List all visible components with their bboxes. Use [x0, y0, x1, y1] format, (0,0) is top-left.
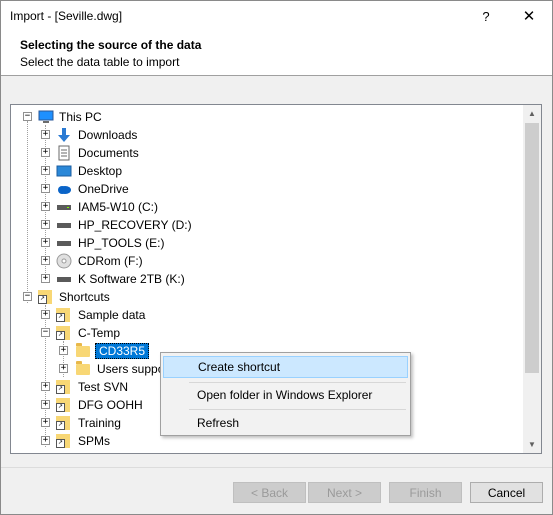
expand-toggle[interactable]: +	[41, 202, 50, 211]
tree-item-sample-data[interactable]: + Sample data	[11, 306, 311, 324]
tree-item-label: Training	[78, 416, 121, 430]
menu-item-label: Create shortcut	[198, 360, 281, 374]
menu-separator	[189, 409, 406, 410]
menu-item-open-in-explorer[interactable]: Open folder in Windows Explorer	[163, 384, 408, 406]
tree-item-drive-k[interactable]: + K Software 2TB (K:)	[11, 270, 311, 288]
expand-toggle[interactable]: +	[41, 130, 50, 139]
tree-item-label: Test SVN	[78, 380, 129, 394]
tree-item-label: Documents	[78, 146, 139, 160]
import-dialog: Import - [Seville.dwg] ? ✕ Selecting the…	[0, 0, 553, 515]
computer-icon	[38, 109, 54, 125]
shortcut-folder-icon	[56, 308, 70, 322]
close-button[interactable]: ✕	[508, 1, 550, 31]
drive-icon	[56, 217, 72, 233]
collapse-toggle[interactable]: −	[23, 292, 32, 301]
tree-item-c-temp[interactable]: − C-Temp	[11, 324, 311, 342]
shortcut-folder-icon	[56, 434, 70, 448]
menu-item-label: Open folder in Windows Explorer	[197, 388, 373, 402]
download-arrow-icon	[56, 127, 72, 143]
scroll-down-icon[interactable]: ▼	[523, 436, 541, 453]
tree-item-label: Users suppo	[97, 362, 165, 376]
folder-icon	[76, 343, 90, 357]
tree-item-downloads[interactable]: + Downloads	[11, 126, 311, 144]
tree-item-label: Sample data	[78, 308, 146, 322]
tree-item-label: DFG OOHH	[78, 398, 143, 412]
collapse-toggle[interactable]: −	[23, 112, 32, 121]
desktop-icon	[56, 163, 72, 179]
menu-item-label: Refresh	[197, 416, 240, 430]
drive-icon	[56, 199, 72, 215]
tree-item-label: HP_RECOVERY (D:)	[78, 218, 192, 232]
expand-toggle[interactable]: +	[41, 418, 50, 427]
window-title: Import - [Seville.dwg]	[10, 9, 123, 23]
expand-toggle[interactable]: +	[41, 436, 50, 445]
scroll-thumb[interactable]	[525, 123, 539, 373]
cd-icon	[56, 253, 72, 269]
tree-item-onedrive[interactable]: + OneDrive	[11, 180, 311, 198]
tree-item-label: OneDrive	[78, 182, 129, 196]
drive-icon	[56, 271, 72, 287]
tree-item-documents[interactable]: + Documents	[11, 144, 311, 162]
tree-item-label: C-Temp	[78, 326, 121, 340]
tree-item-drive-d[interactable]: + HP_RECOVERY (D:)	[11, 216, 311, 234]
expand-toggle[interactable]: +	[41, 310, 50, 319]
expand-toggle[interactable]: +	[41, 382, 50, 391]
shortcut-folder-icon	[56, 380, 70, 394]
vertical-scrollbar[interactable]: ▲ ▼	[523, 105, 541, 453]
document-icon	[56, 145, 72, 161]
expand-toggle[interactable]: +	[41, 166, 50, 175]
tree-item-drive-f[interactable]: + CDRom (F:)	[11, 252, 311, 270]
menu-item-create-shortcut[interactable]: Create shortcut	[163, 356, 408, 378]
tree-item-shortcuts[interactable]: − Shortcuts	[11, 288, 311, 306]
cancel-button[interactable]: Cancel	[470, 482, 543, 503]
dialog-header: Selecting the source of the data Select …	[1, 31, 552, 76]
tree-item-label: This PC	[59, 110, 102, 124]
shortcut-folder-icon	[56, 398, 70, 412]
tree-item-drive-e[interactable]: + HP_TOOLS (E:)	[11, 234, 311, 252]
cloud-icon	[56, 181, 72, 197]
shortcut-folder-icon	[56, 326, 70, 340]
tree-item-label: IAM5-W10 (C:)	[78, 200, 159, 214]
tree-item-label: Shortcuts	[59, 290, 110, 304]
tree-item-label: K Software 2TB (K:)	[78, 272, 185, 286]
help-button[interactable]: ?	[465, 1, 507, 31]
tree-item-label: SPMs	[78, 434, 111, 448]
footer-divider	[1, 467, 552, 468]
tree-item-label: Downloads	[78, 128, 138, 142]
shortcut-folder-icon	[38, 290, 52, 304]
tree-item-desktop[interactable]: + Desktop	[11, 162, 311, 180]
expand-toggle[interactable]: +	[41, 148, 50, 157]
expand-toggle[interactable]: +	[41, 274, 50, 283]
header-title: Selecting the source of the data	[20, 38, 202, 52]
expand-toggle[interactable]: +	[41, 400, 50, 409]
finish-button[interactable]: Finish	[389, 482, 462, 503]
drive-icon	[56, 235, 72, 251]
collapse-toggle[interactable]: −	[41, 328, 50, 337]
tree-item-label: HP_TOOLS (E:)	[78, 236, 165, 250]
expand-toggle[interactable]: +	[59, 364, 68, 373]
menu-item-refresh[interactable]: Refresh	[163, 412, 408, 434]
tree-item-label-selected: CD33R5	[95, 343, 150, 359]
expand-toggle[interactable]: +	[41, 184, 50, 193]
context-menu: Create shortcut Open folder in Windows E…	[160, 352, 411, 436]
folder-icon	[76, 361, 90, 375]
tree-item-this-pc[interactable]: − This PC	[11, 108, 311, 126]
back-button[interactable]: < Back	[233, 482, 306, 503]
shortcut-folder-icon	[56, 416, 70, 430]
next-button[interactable]: Next >	[308, 482, 381, 503]
title-bar: Import - [Seville.dwg] ? ✕	[1, 1, 552, 31]
scroll-up-icon[interactable]: ▲	[523, 105, 541, 122]
expand-toggle[interactable]: +	[41, 220, 50, 229]
tree-item-drive-c[interactable]: + IAM5-W10 (C:)	[11, 198, 311, 216]
expand-toggle[interactable]: +	[59, 346, 68, 355]
expand-toggle[interactable]: +	[41, 256, 50, 265]
header-subtitle: Select the data table to import	[20, 55, 180, 69]
expand-toggle[interactable]: +	[41, 238, 50, 247]
tree-item-label: CDRom (F:)	[78, 254, 143, 268]
menu-separator	[189, 382, 406, 383]
tree-item-label: Desktop	[78, 164, 123, 178]
